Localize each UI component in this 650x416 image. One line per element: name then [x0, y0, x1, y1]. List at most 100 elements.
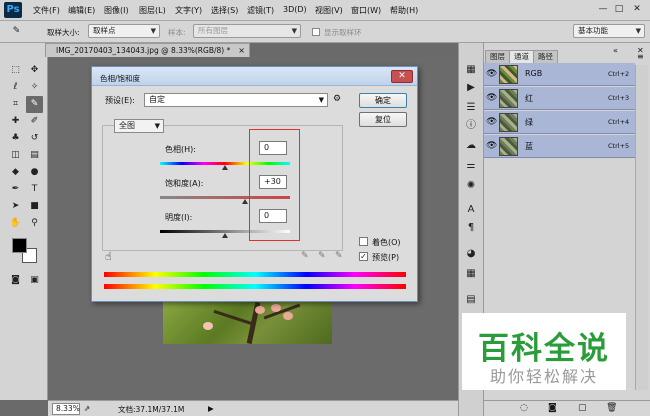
lightness-slider-thumb[interactable]: [222, 233, 228, 238]
eyedropper-tool-icon[interactable]: ✎: [8, 23, 25, 40]
eyedropper-minus-icon[interactable]: ✎: [335, 251, 343, 261]
foreground-color-swatch[interactable]: [12, 238, 27, 253]
ok-button[interactable]: 确定: [359, 93, 407, 108]
dialog-titlebar[interactable]: 色相/饱和度 ✕: [92, 67, 417, 86]
menu-filter[interactable]: 滤镜(T): [247, 5, 274, 16]
libraries-panel-icon[interactable]: ☁: [462, 138, 480, 154]
dialog-close-button[interactable]: ✕: [391, 70, 413, 83]
move-tool-icon[interactable]: ✥: [26, 62, 43, 79]
minimize-button[interactable]: —: [596, 3, 610, 15]
actions-panel-icon[interactable]: ▶: [462, 80, 480, 96]
quick-mask-icon[interactable]: ◙: [7, 272, 24, 289]
history-panel-icon[interactable]: ▦: [462, 62, 480, 78]
hand-tool-icon[interactable]: ✋: [7, 215, 24, 232]
hue-slider-thumb[interactable]: [222, 165, 228, 170]
menu-help[interactable]: 帮助(H): [390, 5, 418, 16]
stamp-tool-icon[interactable]: ♣: [7, 130, 24, 147]
channel-thumbnail: [499, 65, 518, 84]
gradient-tool-icon[interactable]: ▤: [26, 147, 43, 164]
document-image[interactable]: [163, 302, 332, 344]
info-panel-icon[interactable]: ⓘ: [462, 118, 480, 134]
saturation-slider-thumb[interactable]: [242, 199, 248, 204]
share-icon[interactable]: ⇗: [84, 404, 90, 413]
preset-options-gear-icon[interactable]: ⚙: [333, 94, 341, 104]
tab-channels[interactable]: 通道: [509, 50, 534, 63]
menu-file[interactable]: 文件(F): [33, 5, 60, 16]
visibility-eye-icon[interactable]: 👁: [486, 117, 497, 127]
channel-range-value: 全图: [119, 121, 135, 130]
crop-tool-icon[interactable]: ⌗: [7, 96, 24, 113]
color-panel-icon[interactable]: ◕: [462, 246, 480, 262]
colorize-checkbox[interactable]: [359, 237, 368, 246]
channel-row-red[interactable]: 👁 红 Ctrl+3: [484, 87, 635, 110]
type-tool-icon[interactable]: T: [26, 181, 43, 198]
channel-row-blue[interactable]: 👁 蓝 Ctrl+5: [484, 135, 635, 158]
menu-type[interactable]: 文字(Y): [175, 5, 202, 16]
collapse-panel-icon[interactable]: «: [613, 46, 618, 55]
workspace-dropdown[interactable]: 基本功能 ▼: [573, 24, 645, 38]
menu-edit[interactable]: 编辑(E): [68, 5, 95, 16]
dodge-tool-icon[interactable]: ●: [26, 164, 43, 181]
menu-view[interactable]: 视图(V): [315, 5, 343, 16]
new-channel-icon[interactable]: ▢: [578, 403, 587, 413]
save-selection-icon[interactable]: ◙: [548, 403, 557, 413]
show-ring-checkbox[interactable]: [312, 28, 320, 36]
zoom-field[interactable]: 8.33%: [52, 403, 80, 415]
eyedropper-icon[interactable]: ✎: [301, 251, 309, 261]
load-selection-icon[interactable]: ◌: [520, 403, 528, 413]
adjustments-panel-icon[interactable]: ⚌: [462, 158, 480, 174]
menu-window[interactable]: 窗口(W): [351, 5, 381, 16]
visibility-eye-icon[interactable]: 👁: [486, 141, 497, 151]
close-tab-icon[interactable]: ×: [238, 44, 245, 57]
blur-tool-icon[interactable]: ◆: [7, 164, 24, 181]
properties-panel-icon[interactable]: ☰: [462, 100, 480, 116]
eyedropper-plus-icon[interactable]: ✎: [318, 251, 326, 261]
visibility-eye-icon[interactable]: 👁: [486, 69, 497, 79]
delete-channel-icon[interactable]: 🗑: [606, 403, 617, 413]
quick-select-tool-icon[interactable]: ✧: [26, 79, 43, 96]
sample-size-dropdown[interactable]: 取样点 ▼: [88, 24, 160, 38]
menu-select[interactable]: 选择(S): [211, 5, 238, 16]
channel-range-dropdown[interactable]: 全图 ▼: [114, 119, 164, 133]
marquee-tool-icon[interactable]: ⬚: [7, 62, 24, 79]
character-panel-icon[interactable]: A: [462, 202, 480, 218]
sample-label: 样本:: [168, 28, 186, 37]
visibility-eye-icon[interactable]: 👁: [486, 93, 497, 103]
panel-scrollbar[interactable]: [635, 65, 648, 390]
document-tab[interactable]: IMG_20170403_134043.jpg @ 8.33%(RGB/8) *…: [45, 43, 250, 57]
lasso-tool-icon[interactable]: ℓ: [7, 79, 24, 96]
eyedropper-tool-selected-icon[interactable]: ✎: [26, 96, 43, 113]
path-select-tool-icon[interactable]: ➤: [7, 198, 24, 215]
brush-preset-panel-icon[interactable]: ✺: [462, 178, 480, 194]
channel-thumbnail: [499, 89, 518, 108]
maximize-button[interactable]: □: [612, 3, 626, 15]
sample-dropdown[interactable]: 所有图层 ▼: [193, 24, 301, 38]
channel-row-rgb[interactable]: 👁 RGB Ctrl+2: [484, 63, 635, 86]
status-arrow-icon[interactable]: ▶: [208, 404, 214, 413]
healing-tool-icon[interactable]: ✚: [7, 113, 24, 130]
reset-button[interactable]: 复位: [359, 112, 407, 127]
shape-tool-icon[interactable]: ■: [26, 198, 43, 215]
menu-image[interactable]: 图像(I): [104, 5, 129, 16]
swatches-panel-icon[interactable]: ▦: [462, 266, 480, 282]
zoom-tool-icon[interactable]: ⚲: [26, 215, 43, 232]
preview-checkbox[interactable]: ✓: [359, 252, 368, 261]
brush-tool-icon[interactable]: ✐: [26, 113, 43, 130]
doc-info: 文档:37.1M/37.1M: [118, 405, 185, 414]
close-app-button[interactable]: ✕: [630, 3, 644, 15]
hand-adjust-icon[interactable]: ☝: [105, 250, 112, 263]
screen-mode-icon[interactable]: ▣: [26, 272, 43, 289]
tab-paths[interactable]: 路径: [533, 50, 558, 63]
history-brush-tool-icon[interactable]: ↺: [26, 130, 43, 147]
preset-dropdown[interactable]: 自定 ▼: [144, 93, 328, 107]
menu-3d[interactable]: 3D(D): [283, 5, 307, 14]
paragraph-panel-icon[interactable]: ¶: [462, 220, 480, 236]
pen-tool-icon[interactable]: ✒: [7, 181, 24, 198]
panel-menu-icon[interactable]: ≡: [637, 52, 644, 61]
highlight-box: [249, 129, 300, 241]
channel-row-green[interactable]: 👁 绿 Ctrl+4: [484, 111, 635, 134]
menu-layer[interactable]: 图层(L): [139, 5, 166, 16]
tab-layers[interactable]: 图层: [485, 50, 510, 63]
styles-panel-icon[interactable]: ▤: [462, 292, 480, 308]
eraser-tool-icon[interactable]: ◫: [7, 147, 24, 164]
